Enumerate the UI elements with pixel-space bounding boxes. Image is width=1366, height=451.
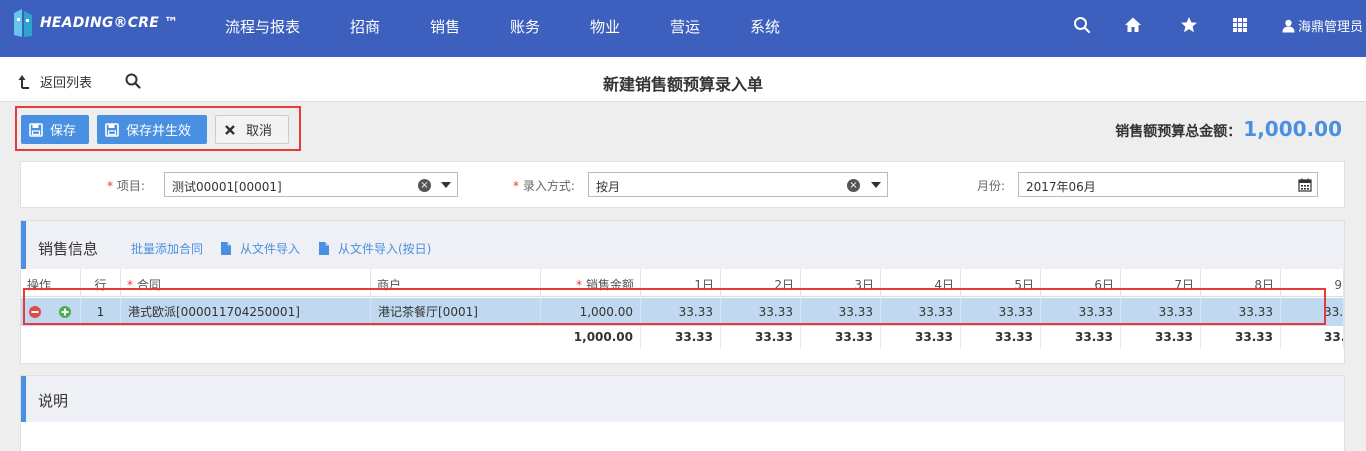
star-icon[interactable] <box>1180 16 1198 34</box>
form-panel: * 项目: 测试00001[00001] × * 录入方式: 按月 × 月份: … <box>20 161 1345 208</box>
user-menu[interactable]: 海鼎管理员 <box>1282 16 1363 35</box>
project-value: 测试00001[00001] <box>172 180 282 194</box>
budget-total: 销售额预算总金额： 1,000.00 <box>1115 117 1342 141</box>
user-icon <box>1282 19 1295 32</box>
save-button[interactable]: 保存 <box>21 115 89 144</box>
floppy-disk-icon <box>29 122 43 137</box>
sum-spacer <box>21 326 121 348</box>
mode-value: 按月 <box>596 180 621 194</box>
notes-panel: 说明 <box>20 375 1345 451</box>
budget-total-label: 销售额预算总金额： <box>1115 124 1242 140</box>
file-icon <box>221 242 231 255</box>
chevron-down-icon[interactable] <box>441 182 451 188</box>
sum-spacer <box>121 326 371 348</box>
nav-operations[interactable]: 营运 <box>670 16 700 37</box>
nav-system[interactable]: 系统 <box>750 16 780 37</box>
sum-day-value: 33.33 <box>641 326 721 348</box>
grid-icon[interactable] <box>1231 16 1249 34</box>
sum-day-value: 33.33 <box>1041 326 1121 348</box>
project-label: * 项目: <box>107 179 145 193</box>
clear-icon[interactable]: × <box>847 179 860 192</box>
sum-day-value: 33.33 <box>1121 326 1201 348</box>
sales-panel-title: 销售信息 <box>38 240 99 258</box>
sum-day-value: 33.33 <box>801 326 881 348</box>
sum-day-value: 33.33 <box>961 326 1041 348</box>
sum-day-value: 33.33 <box>881 326 961 348</box>
search-icon[interactable] <box>1073 16 1091 34</box>
sum-day-value: 33.33 <box>1281 326 1344 348</box>
user-name: 海鼎管理员 <box>1298 20 1364 35</box>
close-icon <box>225 124 235 135</box>
floppy-disk-icon <box>105 122 119 137</box>
cancel-label: 取消 <box>246 124 273 139</box>
project-select[interactable]: 测试00001[00001] × <box>164 172 458 197</box>
sum-spacer <box>371 326 541 348</box>
batch-add-contract-link[interactable]: 批量添加合同 <box>131 240 203 257</box>
month-label: 月份: <box>977 179 1006 193</box>
logo-text: HEADING®CRE ™ <box>40 15 179 31</box>
nav-accounts[interactable]: 账务 <box>510 16 540 37</box>
top-nav: HEADING®CRE ™ 流程与报表 招商 销售 账务 物业 营运 系统 海鼎… <box>0 0 1366 57</box>
sales-panel-header: 销售信息 批量添加合同 从文件导入 从文件导入(按日) <box>21 221 1344 269</box>
nav-flow-report[interactable]: 流程与报表 <box>225 16 300 37</box>
nav-property[interactable]: 物业 <box>590 16 620 37</box>
notes-panel-title: 说明 <box>38 392 69 410</box>
logo-icon <box>14 9 32 37</box>
mode-select[interactable]: 按月 × <box>588 172 888 197</box>
save-label: 保存 <box>50 124 77 139</box>
save-and-activate-button[interactable]: 保存并生效 <box>97 115 207 144</box>
import-from-file-daily-link[interactable]: 从文件导入(按日) <box>319 240 431 257</box>
budget-total-value: 1,000.00 <box>1243 117 1342 141</box>
notes-panel-header: 说明 <box>21 376 1344 422</box>
clear-icon[interactable]: × <box>418 179 431 192</box>
month-picker[interactable]: 2017年06月 <box>1018 172 1318 197</box>
mode-label: * 录入方式: <box>513 179 575 193</box>
cancel-button[interactable]: 取消 <box>215 115 289 144</box>
save-activate-label: 保存并生效 <box>126 124 192 139</box>
import-from-file-link[interactable]: 从文件导入 <box>221 240 300 257</box>
calendar-icon[interactable] <box>1298 178 1312 192</box>
sub-header: 返回列表 新建销售额预算录入单 <box>0 57 1366 102</box>
page-title: 新建销售额预算录入单 <box>602 75 763 94</box>
home-icon[interactable] <box>1124 16 1142 34</box>
sum-amount: 1,000.00 <box>541 326 641 348</box>
highlight-box-row <box>23 288 1326 325</box>
chevron-down-icon[interactable] <box>871 182 881 188</box>
nav-leasing[interactable]: 招商 <box>350 16 380 37</box>
nav-sales[interactable]: 销售 <box>430 16 460 37</box>
sum-day-value: 33.33 <box>1201 326 1281 348</box>
logo[interactable]: HEADING®CRE ™ <box>12 8 178 38</box>
file-icon <box>319 242 329 255</box>
month-value: 2017年06月 <box>1026 180 1096 194</box>
sum-day-value: 33.33 <box>721 326 801 348</box>
